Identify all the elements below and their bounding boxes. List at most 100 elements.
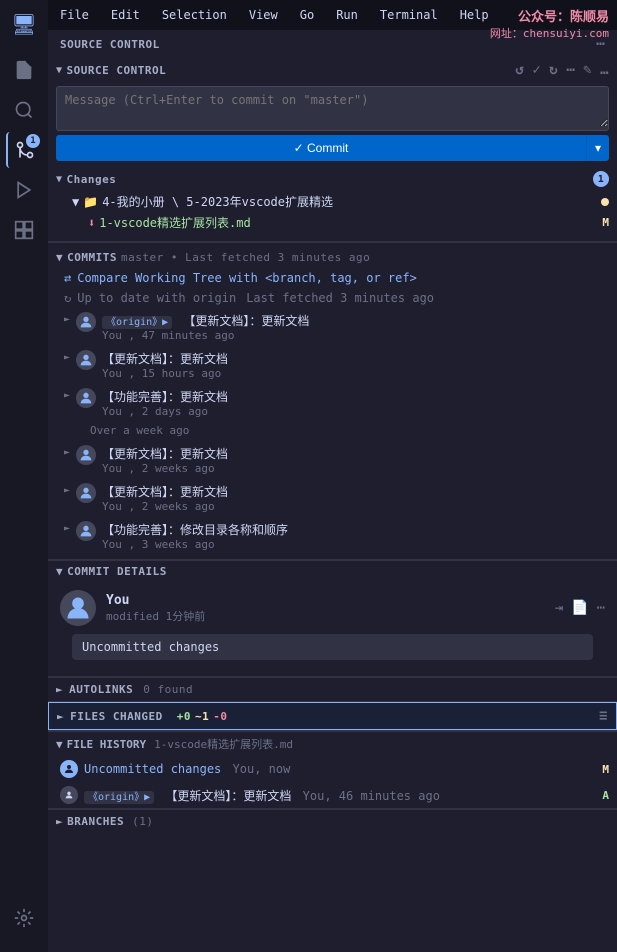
- extensions-icon[interactable]: [6, 212, 42, 248]
- vscode-logo-icon: 🖥: [6, 6, 42, 42]
- compare-icon: ⇄: [64, 271, 71, 285]
- commit-msg-4: 【更新文档】：更新文档: [102, 445, 609, 462]
- menu-go[interactable]: Go: [296, 6, 318, 24]
- history-avatar-1: [60, 760, 78, 778]
- commit-details-chevron-icon: ▼: [56, 565, 63, 578]
- up-to-date-meta: Last fetched 3 minutes ago: [246, 291, 434, 305]
- menu-terminal[interactable]: Terminal: [376, 6, 442, 24]
- file-history-header[interactable]: ▼ FILE HISTORY 1-vscode精选扩展列表.md: [48, 731, 617, 756]
- files-changed-title: FILES CHANGED: [70, 710, 163, 723]
- autolinks-title: AUTOLINKS: [69, 683, 133, 696]
- files-changed-header[interactable]: ► FILES CHANGED +0 ~1 -0 ≡: [48, 702, 617, 730]
- commit-message-input[interactable]: [57, 87, 608, 127]
- commit-text-5: 【更新文档】：更新文档 You , 2 weeks ago: [102, 483, 609, 513]
- history-author-1: You, now: [233, 762, 291, 776]
- menu-edit[interactable]: Edit: [107, 6, 144, 24]
- git-lens-icon[interactable]: [6, 900, 42, 936]
- chevron-right-icon: ►: [64, 314, 70, 325]
- open-changes-icon[interactable]: ⇥: [555, 600, 563, 616]
- file-history-section: ▼ FILE HISTORY 1-vscode精选扩展列表.md Uncommi…: [48, 730, 617, 808]
- activity-bar: 🖥 1: [0, 0, 48, 952]
- menu-help[interactable]: Help: [456, 6, 493, 24]
- commit-over-week: Over a week ago: [64, 424, 189, 437]
- commit-avatar-3: [76, 388, 96, 408]
- commit-row-3: ► 【功能完善】：更新文档 You , 2 days ago: [64, 388, 609, 418]
- history-author-2: You, 46 minutes ago: [303, 789, 440, 803]
- chevron-right-icon-6: ►: [64, 523, 70, 534]
- checkmark-icon[interactable]: ✓: [532, 62, 541, 78]
- commit-details-title: COMMIT DETAILS: [67, 565, 167, 578]
- history-badge-2: A: [602, 789, 609, 802]
- refresh-icon[interactable]: ↺: [515, 62, 524, 78]
- changes-file-item[interactable]: ⬇ 1-vscode精选扩展列表.md M: [48, 212, 617, 233]
- autolinks-chevron-icon: ►: [56, 683, 63, 696]
- commit-item-1[interactable]: ► 《origin》▶ 【更新文档】：更新文档 You , 47 minutes…: [48, 308, 617, 346]
- menu-view[interactable]: View: [245, 6, 282, 24]
- history-text-2: 《origin》▶ 【更新文档】：更新文档 You, 46 minutes ag…: [84, 787, 596, 804]
- commit-button[interactable]: ✓ Commit: [56, 135, 586, 161]
- commit-item-2[interactable]: ► 【更新文档】：更新文档 You , 15 hours ago: [48, 346, 617, 384]
- source-control-icon[interactable]: 1: [6, 132, 42, 168]
- menu-file[interactable]: File: [56, 6, 93, 24]
- commit-item-4[interactable]: ► 【更新文档】：更新文档 You , 2 weeks ago: [48, 441, 617, 479]
- history-msg-1: Uncommitted changes: [84, 762, 221, 776]
- source-control-badge: 1: [26, 134, 40, 148]
- author-info: You modified 1分钟前: [106, 593, 545, 624]
- watermark: 公众号：陈顺易 网址：chensuiyi.com: [490, 6, 609, 41]
- changes-header[interactable]: ▼ Changes 1: [48, 167, 617, 191]
- compare-action[interactable]: ⇄ Compare Working Tree with <branch, tag…: [48, 268, 617, 288]
- folder-name: 4-我的小册 \ 5-2023年vscode扩展精选: [102, 193, 333, 210]
- sync-icon: ↻: [64, 291, 71, 305]
- up-to-date-label: Up to date with origin: [77, 291, 236, 305]
- history-item-1[interactable]: Uncommitted changes You, now M: [48, 756, 617, 782]
- commit-dropdown-button[interactable]: ▾: [586, 135, 609, 161]
- autolinks-header[interactable]: ► AUTOLINKS 0 found: [48, 678, 617, 701]
- commit-details-content: You modified 1分钟前 ⇥ 📄 ⋯ Uncommitted chan…: [48, 582, 617, 677]
- more-actions-icon[interactable]: ⋯: [597, 600, 605, 616]
- autolinks-count: 0 found: [143, 683, 193, 696]
- commits-section: ▼ COMMITS master • Last fetched 3 minute…: [48, 242, 617, 559]
- commits-header[interactable]: ▼ COMMITS master • Last fetched 3 minute…: [48, 247, 617, 268]
- commit-details-header[interactable]: ▼ COMMIT DETAILS: [48, 560, 617, 582]
- main-content: File Edit Selection View Go Run Terminal…: [48, 0, 617, 952]
- source-control-section-header[interactable]: ▼ SOURCE CONTROL ↺ ✓ ↻ ⋯ ✎ …: [48, 58, 617, 82]
- search-icon[interactable]: [6, 92, 42, 128]
- diff-mod: ~1: [195, 710, 209, 723]
- edit-icon[interactable]: ✎: [583, 62, 592, 78]
- more-icon[interactable]: ⋯: [566, 62, 575, 78]
- run-debug-icon[interactable]: [6, 172, 42, 208]
- source-control-section: ▼ SOURCE CONTROL ↺ ✓ ↻ ⋯ ✎ … ✓ Commit ▾: [48, 58, 617, 242]
- file-modified-badge: M: [602, 216, 609, 229]
- changes-section: ▼ Changes 1 ▼ 📁 4-我的小册 \ 5-2023年vscode扩展…: [48, 165, 617, 235]
- commit-details-section: ▼ COMMIT DETAILS You modified 1分钟前 ⇥ 📄 ⋯: [48, 559, 617, 677]
- ellipsis-icon[interactable]: …: [600, 62, 609, 78]
- files-changed-section: ► FILES CHANGED +0 ~1 -0 ≡: [48, 701, 617, 730]
- history-item-2[interactable]: 《origin》▶ 【更新文档】：更新文档 You, 46 minutes ag…: [48, 782, 617, 808]
- changes-folder-item[interactable]: ▼ 📁 4-我的小册 \ 5-2023年vscode扩展精选: [48, 191, 617, 212]
- chevron-right-icon-5: ►: [64, 485, 70, 496]
- folder-chevron-icon: ▼: [72, 195, 79, 209]
- commits-subtitle: master • Last fetched 3 minutes ago: [121, 251, 370, 264]
- menu-bar: File Edit Selection View Go Run Terminal…: [56, 6, 493, 24]
- author-time: modified 1分钟前: [106, 608, 545, 624]
- commit-msg-6: 【功能完善】：修改目录各称和顺序: [102, 521, 609, 538]
- branches-header[interactable]: ► BRANCHES (1): [48, 809, 617, 833]
- menu-run[interactable]: Run: [332, 6, 362, 24]
- open-file-icon[interactable]: 📄: [571, 600, 588, 616]
- branches-chevron-icon: ►: [56, 815, 63, 828]
- commit-item-6[interactable]: ► 【功能完善】：修改目录各称和顺序 You , 3 weeks ago: [48, 517, 617, 555]
- menu-selection[interactable]: Selection: [158, 6, 231, 24]
- commit-item-5[interactable]: ► 【更新文档】：更新文档 You , 2 weeks ago: [48, 479, 617, 517]
- commit-meta-3: You , 2 days ago: [102, 405, 609, 418]
- discard-icon[interactable]: ↻: [549, 62, 558, 78]
- explorer-icon[interactable]: [6, 52, 42, 88]
- folder-icon: 📁: [83, 195, 98, 209]
- files-view-toggle-icon[interactable]: ≡: [599, 708, 608, 724]
- file-name: 1-vscode精选扩展列表.md: [99, 214, 250, 231]
- changes-chevron-icon: ▼: [56, 174, 63, 185]
- uncommitted-label: Uncommitted changes: [72, 634, 593, 660]
- commit-item-3[interactable]: ► 【功能完善】：更新文档 You , 2 days ago Over a we…: [48, 384, 617, 441]
- branches-title: BRANCHES: [67, 815, 124, 828]
- chevron-right-icon-3: ►: [64, 390, 70, 401]
- history-badge-1: M: [602, 763, 609, 776]
